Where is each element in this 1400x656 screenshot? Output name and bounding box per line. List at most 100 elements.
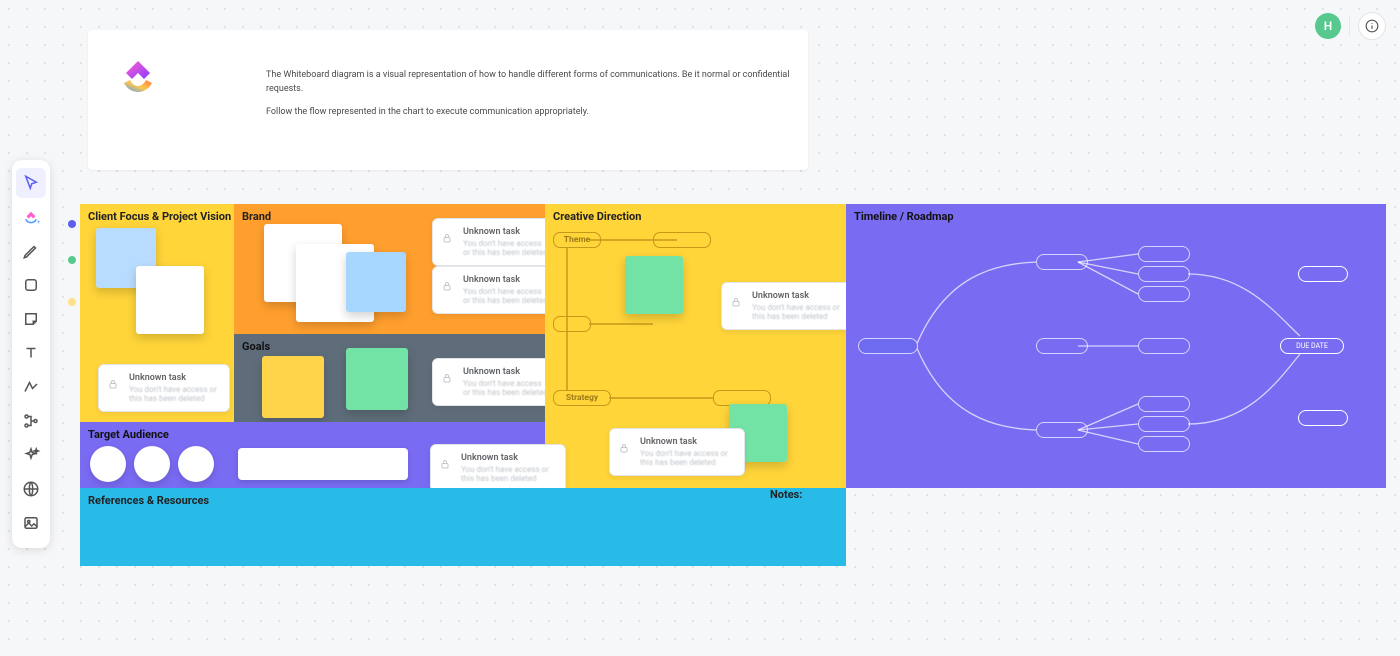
color-dot-indigo[interactable] xyxy=(68,220,76,228)
task-title: Unknown task xyxy=(463,367,549,377)
task-card[interactable]: Unknown task You don't have access or th… xyxy=(432,358,558,406)
lock-icon xyxy=(439,455,451,474)
top-right-controls: H xyxy=(1315,12,1386,40)
pen-icon xyxy=(22,242,40,260)
clickup-add-icon: + xyxy=(22,208,40,226)
node-theme[interactable]: Theme xyxy=(553,232,601,248)
roadmap-node[interactable] xyxy=(1138,286,1190,302)
separator xyxy=(1349,16,1350,36)
section-title: References & Resources xyxy=(88,494,209,507)
section-title: Target Audience xyxy=(88,428,169,441)
task-card[interactable]: Unknown task You don't have access or th… xyxy=(432,218,558,266)
roadmap-node[interactable] xyxy=(1138,436,1190,452)
task-sub: You don't have access or this has been d… xyxy=(463,239,549,257)
cursor-icon xyxy=(22,174,40,192)
connector-tool[interactable] xyxy=(16,372,46,402)
lock-icon xyxy=(441,277,453,296)
roadmap-node[interactable] xyxy=(1036,254,1088,270)
task-sub: You don't have access or this has been d… xyxy=(463,287,549,305)
pointer-tool[interactable] xyxy=(16,168,46,198)
roadmap-node[interactable] xyxy=(1298,410,1348,426)
roadmap-due-date[interactable]: DUE DATE xyxy=(1280,338,1344,354)
section-brand[interactable]: Brand Unknown task You don't have access… xyxy=(234,204,545,334)
info-icon xyxy=(1365,19,1379,33)
task-sub: You don't have access or this has been d… xyxy=(752,303,848,321)
header-card: The Whiteboard diagram is a visual repre… xyxy=(88,30,808,170)
roadmap-node[interactable] xyxy=(1298,266,1348,282)
task-title: Unknown task xyxy=(129,373,221,383)
color-dot-yellow[interactable] xyxy=(68,298,76,306)
user-avatar[interactable]: H xyxy=(1315,13,1341,39)
section-title: Brand xyxy=(242,210,271,223)
org-tool[interactable] xyxy=(16,406,46,436)
lock-icon xyxy=(441,369,453,388)
task-card[interactable]: Unknown task You don't have access or th… xyxy=(432,266,558,314)
svg-text:+: + xyxy=(37,219,41,226)
sticky-icon xyxy=(22,310,40,328)
task-title: Unknown task xyxy=(640,437,736,447)
task-title: Unknown task xyxy=(461,453,557,463)
sticky-note[interactable] xyxy=(346,252,406,312)
section-timeline[interactable]: Timeline / Roadmap DUE DATE xyxy=(846,204,1386,488)
sticky-tool[interactable] xyxy=(16,304,46,334)
task-sub: You don't have access or this has been d… xyxy=(461,465,557,483)
roadmap-node[interactable] xyxy=(1138,266,1190,282)
web-tool[interactable] xyxy=(16,474,46,504)
section-title: Goals xyxy=(242,340,270,353)
audience-circle[interactable] xyxy=(90,446,126,482)
connector-icon xyxy=(22,378,40,396)
task-sub: You don't have access or this has been d… xyxy=(640,449,736,467)
header-line-2: Follow the flow represented in the chart… xyxy=(266,105,808,119)
roadmap-node[interactable] xyxy=(1138,416,1190,432)
header-line-1: The Whiteboard diagram is a visual repre… xyxy=(266,68,808,97)
info-button[interactable] xyxy=(1358,12,1386,40)
square-icon xyxy=(22,276,40,294)
toolbar: + xyxy=(12,160,50,548)
section-notes[interactable]: Notes: xyxy=(770,488,1386,566)
roadmap-node[interactable] xyxy=(1138,246,1190,262)
section-target-audience[interactable]: Target Audience Unknown task You don't h… xyxy=(80,422,545,488)
task-title: Unknown task xyxy=(463,275,549,285)
lock-icon xyxy=(618,439,630,458)
task-card[interactable]: Unknown task You don't have access or th… xyxy=(430,444,566,492)
org-icon xyxy=(22,412,40,430)
roadmap-node[interactable] xyxy=(1138,396,1190,412)
section-goals[interactable]: Goals Unknown task You don't have access… xyxy=(234,334,545,422)
task-card[interactable]: Unknown task You don't have access or th… xyxy=(609,428,745,476)
section-references[interactable]: References & Resources xyxy=(80,488,846,566)
pen-tool[interactable] xyxy=(16,236,46,266)
node[interactable] xyxy=(653,232,711,248)
roadmap-node[interactable] xyxy=(1138,338,1190,354)
node-strategy[interactable]: Strategy xyxy=(553,390,611,406)
text-icon xyxy=(22,344,40,362)
audience-circle[interactable] xyxy=(134,446,170,482)
color-dot-green[interactable] xyxy=(68,256,76,264)
lock-icon xyxy=(730,293,742,312)
task-title: Unknown task xyxy=(752,291,848,301)
image-tool[interactable] xyxy=(16,508,46,538)
audience-circle[interactable] xyxy=(178,446,214,482)
node[interactable] xyxy=(553,316,591,332)
sticky-note[interactable] xyxy=(262,356,324,418)
roadmap-node[interactable] xyxy=(1036,338,1088,354)
section-creative-direction[interactable]: Creative Direction Theme Strategy Unknow… xyxy=(545,204,846,488)
shape-tool[interactable] xyxy=(16,270,46,300)
sticky-note[interactable] xyxy=(346,348,408,410)
text-tool[interactable] xyxy=(16,338,46,368)
clickup-tool[interactable]: + xyxy=(16,202,46,232)
clickup-logo-icon xyxy=(116,55,160,103)
roadmap-node[interactable] xyxy=(1036,422,1088,438)
roadmap-node-start[interactable] xyxy=(858,338,918,354)
task-card[interactable]: Unknown task You don't have access or th… xyxy=(721,282,857,330)
task-sub: You don't have access or this has been d… xyxy=(463,379,549,397)
audience-card[interactable] xyxy=(238,448,408,480)
magic-tool[interactable] xyxy=(16,440,46,470)
section-title: Client Focus & Project Vision xyxy=(88,210,231,223)
section-title: Notes: xyxy=(770,488,1386,501)
sticky-note[interactable] xyxy=(625,256,683,314)
sticky-note[interactable] xyxy=(136,266,204,334)
task-title: Unknown task xyxy=(463,227,549,237)
section-client-focus[interactable]: Client Focus & Project Vision Unknown ta… xyxy=(80,204,234,422)
task-card[interactable]: Unknown task You don't have access or th… xyxy=(98,364,230,412)
lock-icon xyxy=(441,229,453,248)
